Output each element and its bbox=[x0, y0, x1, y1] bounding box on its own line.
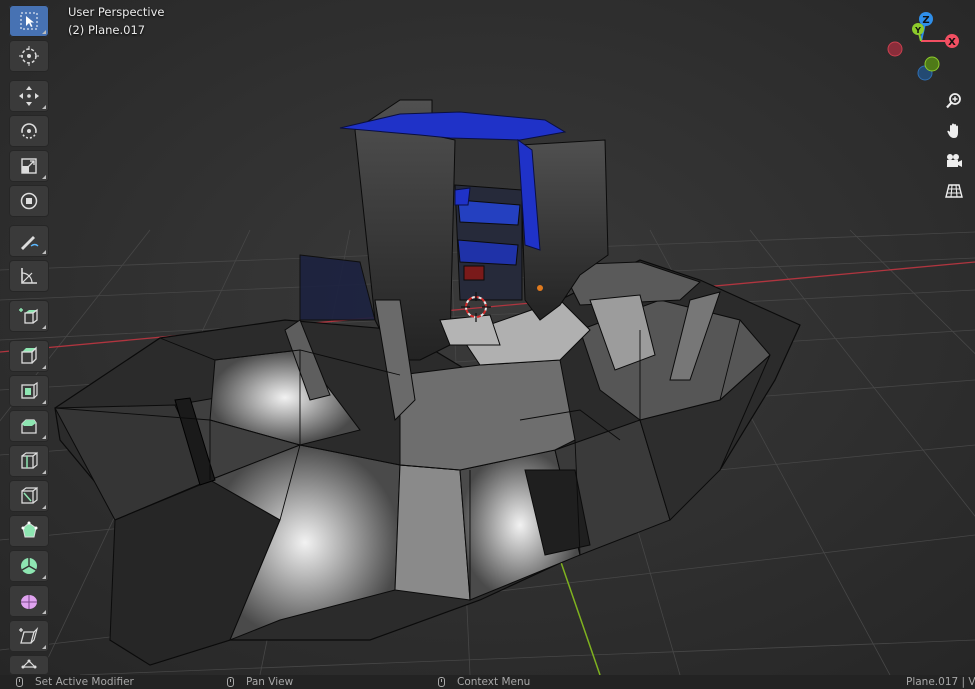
status-context-menu-label: Context Menu bbox=[457, 676, 531, 688]
negative-y-axis-handle bbox=[924, 56, 940, 72]
viewport-scene bbox=[0, 0, 975, 675]
status-pan-view-label: Pan View bbox=[246, 676, 294, 688]
x-axis-label: X bbox=[948, 37, 956, 48]
rotate-tool-button[interactable] bbox=[9, 115, 49, 147]
cursor-tool-button[interactable] bbox=[9, 40, 49, 72]
negative-x-axis-handle bbox=[887, 41, 903, 57]
tool-options-indicator bbox=[42, 610, 46, 614]
measure-icon bbox=[21, 268, 37, 284]
bevel-tool-button[interactable] bbox=[9, 410, 49, 442]
pan-button[interactable] bbox=[941, 118, 967, 144]
rip-region-icon bbox=[21, 659, 37, 669]
transform-icon bbox=[20, 192, 38, 210]
grid-icon bbox=[945, 184, 963, 198]
smooth-icon bbox=[21, 595, 37, 609]
extrude-region-icon bbox=[21, 346, 37, 364]
knife-tool-button[interactable] bbox=[9, 480, 49, 512]
tool-options-indicator bbox=[42, 325, 46, 329]
toggle-perspective-button[interactable] bbox=[941, 178, 967, 204]
transform-tool-button[interactable] bbox=[9, 185, 49, 217]
zoom-icon bbox=[946, 93, 961, 109]
tool-options-indicator bbox=[42, 470, 46, 474]
mouse-left-icon bbox=[16, 677, 23, 687]
orange-light bbox=[537, 285, 543, 291]
pan-hand-icon bbox=[947, 123, 958, 138]
y-axis-label: Y bbox=[914, 26, 921, 35]
viewport-perspective-label: User Perspective bbox=[68, 5, 165, 19]
shear-icon bbox=[19, 626, 39, 644]
move-icon bbox=[19, 86, 39, 106]
move-tool-button[interactable] bbox=[9, 80, 49, 112]
3d-viewport[interactable]: User Perspective (2) Plane.017 Z Y X bbox=[0, 0, 975, 675]
inset-faces-tool-button[interactable] bbox=[9, 375, 49, 407]
rip-region-tool-button[interactable] bbox=[9, 655, 49, 675]
loop-cut-icon bbox=[21, 451, 38, 469]
scale-tool-button[interactable] bbox=[9, 150, 49, 182]
tool-options-indicator bbox=[42, 575, 46, 579]
shear-tool-button[interactable] bbox=[9, 620, 49, 652]
tool-options-indicator bbox=[42, 435, 46, 439]
status-bar: Set Active Modifier Pan View Context Men… bbox=[0, 675, 975, 689]
annotate-icon bbox=[21, 236, 39, 250]
scale-icon bbox=[21, 158, 37, 174]
add-cube-icon bbox=[19, 308, 38, 324]
loop-cut-tool-button[interactable] bbox=[9, 445, 49, 477]
status-set-active-modifier: Set Active Modifier bbox=[16, 675, 134, 689]
inset-faces-icon bbox=[21, 381, 38, 399]
navigation-gizmo[interactable]: Z Y X bbox=[880, 8, 970, 88]
tool-options-indicator bbox=[42, 365, 46, 369]
cursor-icon bbox=[19, 46, 39, 66]
bevel-icon bbox=[21, 419, 37, 434]
tool-options-indicator bbox=[42, 645, 46, 649]
select-box-icon bbox=[20, 12, 38, 30]
zoom-button[interactable] bbox=[941, 88, 967, 114]
knife-icon bbox=[21, 486, 38, 504]
camera-icon bbox=[947, 154, 962, 167]
annotate-tool-button[interactable] bbox=[9, 225, 49, 257]
add-cube-tool-button[interactable] bbox=[9, 300, 49, 332]
status-set-active-modifier-label: Set Active Modifier bbox=[35, 676, 134, 688]
axis-gizmo-graphic: Z Y X bbox=[887, 12, 959, 81]
camera-view-button[interactable] bbox=[941, 148, 967, 174]
mouse-middle-icon bbox=[227, 677, 234, 687]
status-context-menu: Context Menu bbox=[438, 675, 530, 689]
tool-options-indicator bbox=[42, 400, 46, 404]
poly-build-icon bbox=[21, 521, 38, 538]
tool-options-indicator bbox=[42, 505, 46, 509]
tool-options-indicator bbox=[42, 105, 46, 109]
extrude-region-tool-button[interactable] bbox=[9, 340, 49, 372]
spin-tool-button[interactable] bbox=[9, 550, 49, 582]
viewport-object-label: (2) Plane.017 bbox=[68, 23, 146, 37]
status-scene-info: Plane.017 | V bbox=[906, 676, 975, 688]
z-axis-label: Z bbox=[922, 15, 929, 26]
spin-icon bbox=[21, 558, 37, 574]
mouse-right-icon bbox=[438, 677, 445, 687]
rotate-icon bbox=[21, 123, 37, 139]
smooth-tool-button[interactable] bbox=[9, 585, 49, 617]
measure-tool-button[interactable] bbox=[9, 260, 49, 292]
poly-build-tool-button[interactable] bbox=[9, 515, 49, 547]
select-box-tool-button[interactable] bbox=[9, 5, 49, 37]
tool-options-indicator bbox=[42, 30, 46, 34]
tool-options-indicator bbox=[42, 175, 46, 179]
tool-options-indicator bbox=[42, 250, 46, 254]
status-pan-view: Pan View bbox=[227, 675, 293, 689]
